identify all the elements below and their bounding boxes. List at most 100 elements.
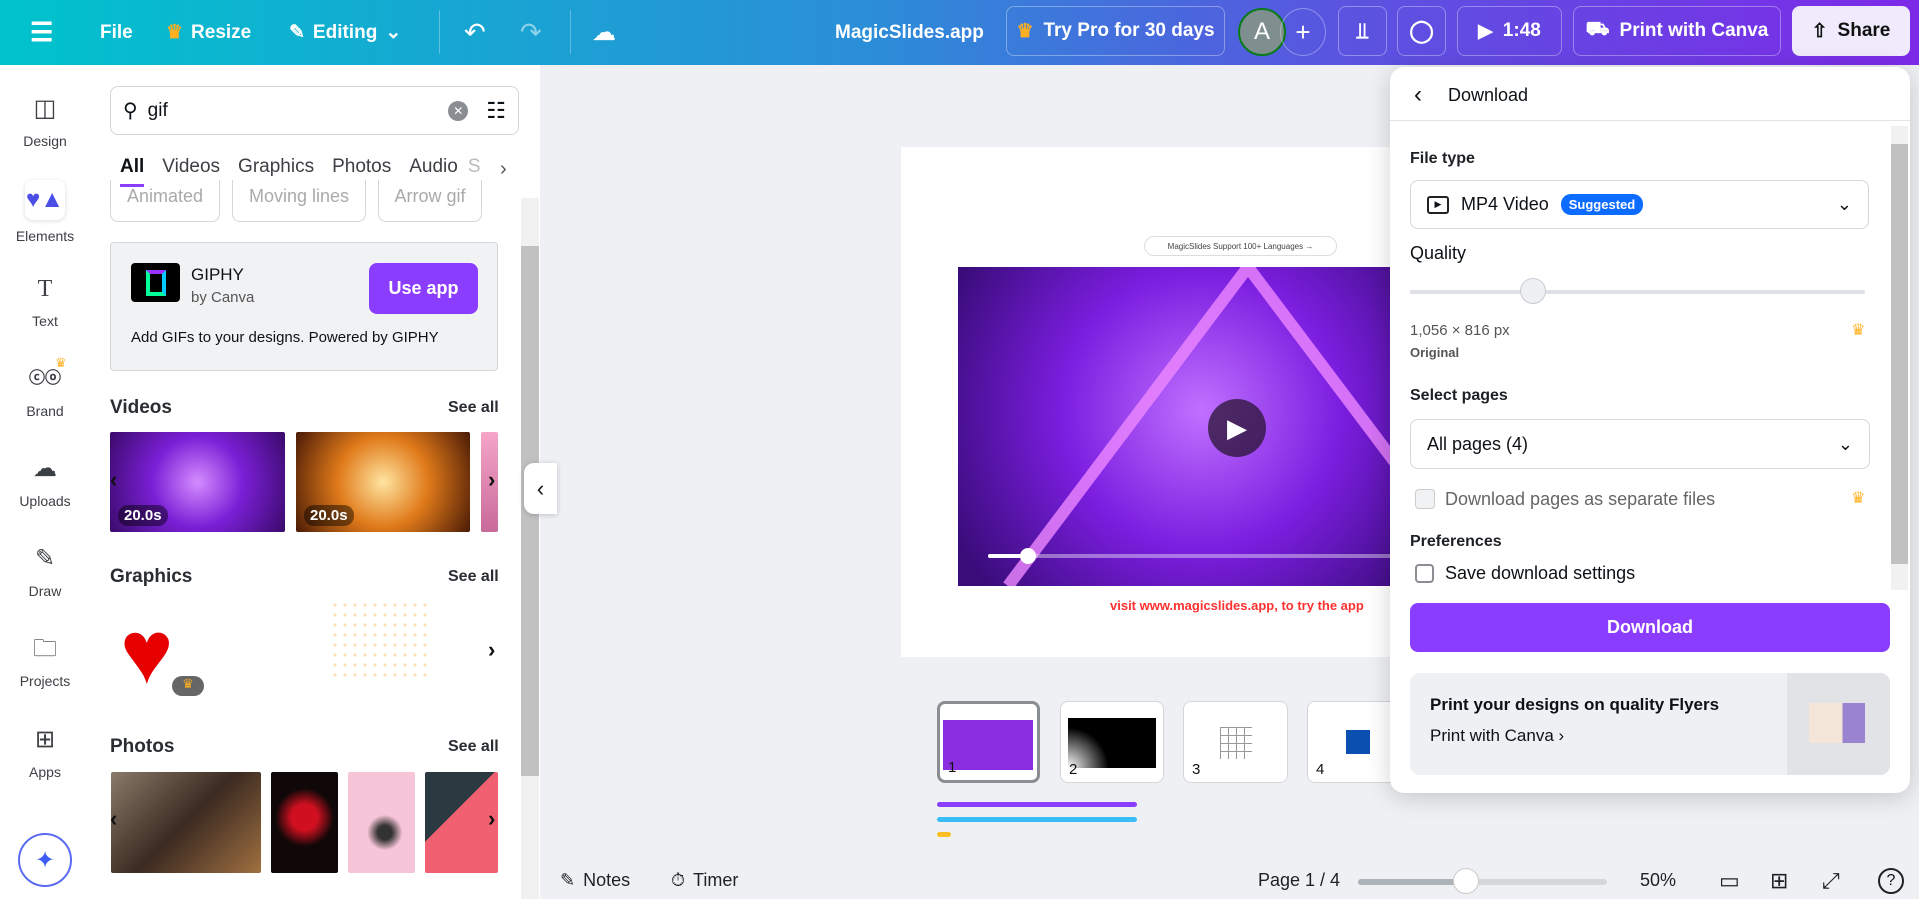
page-preview — [1346, 730, 1370, 754]
graphics-see-all-link[interactable]: See all — [448, 568, 499, 586]
folder-icon: 🗀 — [33, 635, 57, 662]
scrollbar-thumb[interactable] — [1891, 144, 1908, 564]
divider — [570, 10, 571, 54]
notes-button[interactable]: ✎ Notes — [560, 870, 630, 891]
search-field[interactable]: ⚲ gif ✕ ☷ — [110, 86, 519, 135]
file-type-select[interactable]: ▶ MP4 Video Suggested ⌄ — [1410, 180, 1869, 229]
page-view-icon[interactable]: ▭ — [1719, 868, 1740, 894]
flyer-preview — [1787, 673, 1890, 775]
page-thumbnail-2[interactable]: 2 — [1060, 701, 1164, 783]
page-thumbnail-1[interactable]: 1 — [937, 701, 1040, 783]
flyer-image — [1809, 703, 1865, 743]
videos-see-all-link[interactable]: See all — [448, 399, 499, 417]
pages-select[interactable]: All pages (4) ⌄ — [1410, 419, 1870, 469]
fullscreen-icon[interactable]: ⤢ — [1822, 868, 1840, 894]
carousel-left-icon[interactable]: ‹ — [110, 467, 117, 493]
video-thumbnail[interactable]: 20.0s — [110, 432, 285, 532]
photo-thumbnail[interactable] — [271, 772, 338, 873]
timeline-track[interactable] — [937, 802, 1137, 807]
panel-scrollbar[interactable] — [521, 198, 539, 899]
quality-slider[interactable] — [1410, 278, 1865, 304]
apps-icon: ⊞ — [34, 726, 56, 753]
video-progress-thumb[interactable] — [1020, 548, 1036, 564]
notes-label: Notes — [583, 870, 631, 890]
timer-button[interactable]: ⏱ Timer — [671, 870, 738, 891]
filter-icon[interactable]: ☷ — [486, 98, 506, 124]
page-indicator[interactable]: Page 1 / 4 — [1258, 870, 1340, 891]
analytics-icon[interactable]: ⫫ — [1338, 6, 1387, 56]
present-button[interactable]: ▶ 1:48 — [1457, 6, 1562, 56]
resize-button[interactable]: ♛ Resize — [166, 0, 251, 65]
download-button[interactable]: Download — [1410, 603, 1890, 652]
redo-icon[interactable]: ↷ — [520, 0, 542, 65]
rail-item-uploads[interactable]: ☁ Uploads — [0, 453, 90, 509]
heart-graphic[interactable]: ♥ — [120, 608, 173, 698]
zoom-level[interactable]: 50% — [1640, 870, 1676, 891]
carousel-right-icon[interactable]: › — [488, 637, 495, 663]
clear-search-icon[interactable]: ✕ — [448, 100, 469, 121]
zoom-slider[interactable] — [1358, 868, 1607, 894]
undo-icon[interactable]: ↶ — [464, 0, 486, 65]
rail-item-text[interactable]: T Text — [0, 273, 90, 329]
crown-icon: ♛ — [55, 355, 67, 370]
zoom-slider-thumb[interactable] — [1453, 868, 1479, 894]
video-thumbnail[interactable]: 20.0s — [296, 432, 470, 532]
rail-item-projects[interactable]: 🗀 Projects — [0, 633, 90, 689]
grid-view-icon[interactable]: ⊞ — [1770, 868, 1788, 894]
graphics-heading: Graphics — [110, 566, 193, 587]
file-menu[interactable]: File — [100, 0, 133, 65]
photo-thumbnail[interactable] — [111, 772, 261, 873]
carousel-left-icon[interactable]: ‹ — [110, 806, 117, 832]
rail-item-brand[interactable]: ⓒⓞ ♛ Brand — [0, 355, 90, 419]
timeline-track[interactable] — [937, 817, 1137, 822]
magic-assistant-button[interactable]: ✦ — [18, 833, 72, 887]
tabs-scroll-right-icon[interactable]: › — [500, 158, 507, 181]
share-button[interactable]: ⇧ Share — [1792, 6, 1910, 56]
chip[interactable]: Animated — [110, 180, 220, 222]
photos-see-all-link[interactable]: See all — [448, 738, 499, 756]
rail-label: Apps — [29, 764, 61, 780]
print-with-canva-button[interactable]: ⛟ Print with Canva — [1573, 6, 1781, 56]
rail-item-draw[interactable]: ✎ Draw — [0, 543, 90, 599]
confetti-graphic[interactable] — [330, 600, 430, 680]
separate-files-checkbox[interactable] — [1415, 489, 1435, 509]
document-title[interactable]: MagicSlides.app — [835, 0, 984, 65]
editing-menu[interactable]: ✎ Editing ⌄ — [289, 0, 401, 65]
collapse-panel-button[interactable]: ‹ — [524, 463, 557, 514]
dialog-scrollbar[interactable] — [1891, 126, 1908, 590]
back-chevron-icon[interactable]: ‹ — [1414, 81, 1422, 109]
try-pro-button[interactable]: ♛ Try Pro for 30 days — [1006, 6, 1225, 56]
page-thumbnail-3[interactable]: 3 — [1183, 701, 1288, 783]
quality-slider-thumb[interactable] — [1519, 278, 1546, 304]
chip[interactable]: Moving lines — [232, 180, 366, 222]
use-app-button[interactable]: Use app — [369, 263, 478, 314]
pencil-icon: ✎ — [289, 22, 305, 43]
chip[interactable]: Arrow gif — [378, 180, 482, 222]
sparkle-icon: ✦ — [34, 846, 56, 874]
draw-icon: ✎ — [34, 545, 56, 572]
carousel-right-icon[interactable]: › — [488, 806, 495, 832]
promo-link[interactable]: Print with Canva › — [1430, 726, 1564, 746]
truck-icon: ⛟ — [1585, 19, 1610, 40]
save-settings-checkbox[interactable] — [1415, 564, 1434, 583]
rail-item-elements[interactable]: ♥▲ Elements — [0, 180, 90, 244]
giphy-logo — [131, 263, 180, 302]
help-icon[interactable]: ? — [1878, 868, 1904, 894]
suggested-badge: Suggested — [1560, 194, 1644, 215]
search-input[interactable]: gif — [148, 100, 439, 122]
carousel-right-icon[interactable]: › — [488, 467, 495, 493]
add-collaborator-icon[interactable]: + — [1280, 8, 1326, 56]
play-icon[interactable]: ▶ — [1208, 399, 1266, 457]
menu-icon[interactable]: ☰ — [30, 0, 53, 65]
timeline-track[interactable] — [937, 832, 951, 837]
print-promo-card[interactable]: Print your designs on quality Flyers Pri… — [1410, 673, 1890, 775]
cloud-saved-icon[interactable]: ☁ — [592, 0, 616, 65]
comment-icon[interactable]: ◯ — [1397, 6, 1446, 56]
rail-item-design[interactable]: ◫ Design — [0, 93, 90, 149]
rail-item-apps[interactable]: ⊞ Apps — [0, 724, 90, 780]
photo-thumbnail[interactable] — [348, 772, 415, 873]
promo-link-label: Print with Canva — [1430, 726, 1554, 745]
avatar[interactable]: A — [1238, 8, 1286, 56]
page-number: 2 — [1069, 761, 1078, 778]
languages-pill[interactable]: MagicSlides Support 100+ Languages → — [1144, 236, 1337, 256]
